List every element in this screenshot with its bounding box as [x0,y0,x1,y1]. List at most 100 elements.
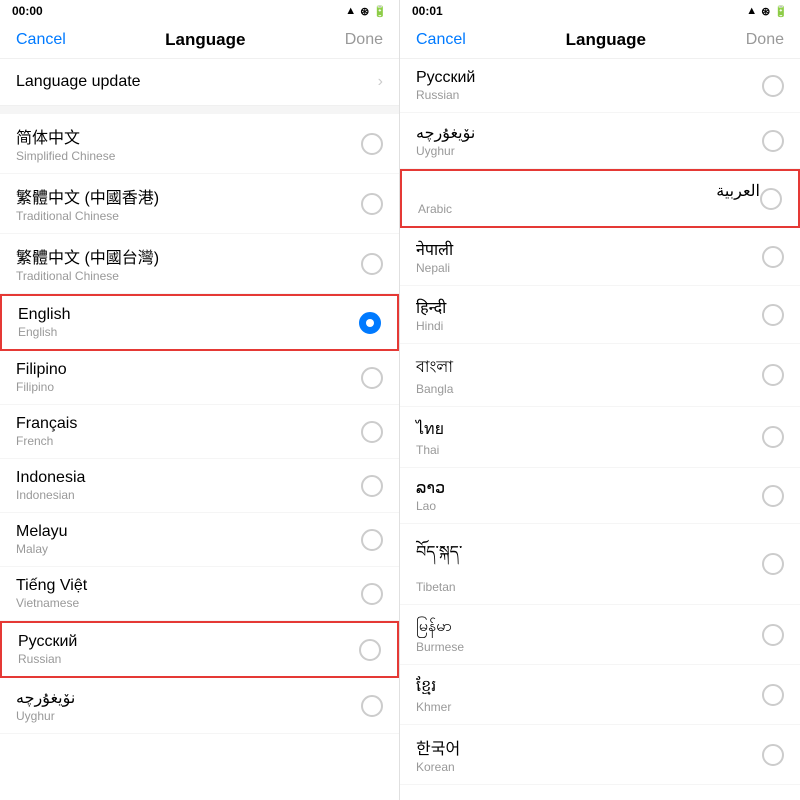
language-list-right: Русский Russian نۆيغۇرچە Uyghur العربية … [400,59,800,800]
signal-icon-left: ▲ [345,5,356,17]
item-sub-thai: Thai [416,443,762,457]
list-item-lao[interactable]: ລາວ Lao [400,468,800,524]
wifi-icon-right: ⊛ [761,5,770,18]
battery-icon-right: 🔋 [774,5,788,18]
done-button-right[interactable]: Done [746,31,784,49]
right-panel: 00:01 ▲ ⊛ 🔋 Cancel Language Done Русский… [400,0,800,800]
radio-uyghur[interactable] [361,695,383,717]
radio-english[interactable] [359,312,381,334]
status-bar-left: 00:00 ▲ ⊛ 🔋 [0,0,399,22]
list-item-korean[interactable]: 한국어 Korean [400,725,800,785]
radio-russian[interactable] [359,639,381,661]
item-name-japanese: 日本語 [416,795,762,800]
item-sub-trad-hk: Traditional Chinese [16,209,361,223]
list-item-japanese[interactable]: 日本語 Japanese [400,785,800,800]
radio-russian-top[interactable] [762,75,784,97]
radio-tibetan[interactable] [762,553,784,575]
item-sub-russian: Russian [18,652,359,666]
nav-bar-right: Cancel Language Done [400,22,800,59]
radio-bangla[interactable] [762,364,784,386]
item-sub-indonesia: Indonesian [16,488,361,502]
list-item-russian-top[interactable]: Русский Russian [400,59,800,113]
item-name-malay: Melayu [16,523,361,541]
list-item-trad-hk[interactable]: 繁體中文 (中國香港) Traditional Chinese [0,174,399,234]
radio-french[interactable] [361,421,383,443]
item-name-simplified-chinese: 简体中文 [16,124,361,148]
list-item-english[interactable]: English English [0,294,399,351]
left-panel: 00:00 ▲ ⊛ 🔋 Cancel Language Done Languag… [0,0,400,800]
radio-burmese[interactable] [762,624,784,646]
item-name-hindi: हिन्दी [416,296,762,318]
item-sub-english: English [18,325,359,339]
item-sub-malay: Malay [16,542,361,556]
battery-icon-left: 🔋 [373,5,387,18]
time-right: 00:01 [412,4,443,18]
cancel-button-left[interactable]: Cancel [16,31,66,49]
radio-uyghur-top[interactable] [762,130,784,152]
item-sub-korean: Korean [416,760,762,774]
list-item-uyghur-top[interactable]: نۆيغۇرچە Uyghur [400,113,800,169]
list-item-bangla[interactable]: বাংলা Bangla [400,344,800,407]
arrow-icon: › [378,73,383,91]
list-item-hindi[interactable]: हिन्दी Hindi [400,286,800,344]
radio-lao[interactable] [762,485,784,507]
radio-hindi[interactable] [762,304,784,326]
list-item-tibetan[interactable]: བོད་སྐད་ Tibetan [400,524,800,605]
cancel-button-right[interactable]: Cancel [416,31,466,49]
item-name-tibetan: བོད་སྐད་ [416,534,762,579]
language-update-label: Language update [16,73,141,91]
radio-vietnamese[interactable] [361,583,383,605]
item-name-uyghur-top: نۆيغۇرچە [416,123,762,143]
radio-indonesia[interactable] [361,475,383,497]
item-name-english: English [18,306,359,324]
item-name-khmer: ខ្មែរ [416,675,762,699]
language-update-item[interactable]: Language update › [0,59,399,106]
list-item-russian[interactable]: Русский Russian [0,621,399,678]
item-name-bangla: বাংলা [416,354,762,381]
radio-korean[interactable] [762,744,784,766]
list-item-indonesia[interactable]: Indonesia Indonesian [0,459,399,513]
radio-khmer[interactable] [762,684,784,706]
item-sub-hindi: Hindi [416,319,762,333]
item-sub-simplified-chinese: Simplified Chinese [16,149,361,163]
list-item-malay[interactable]: Melayu Malay [0,513,399,567]
list-item-nepali[interactable]: नेपाली Nepali [400,228,800,286]
list-item-filipino[interactable]: Filipino Filipino [0,351,399,405]
section-divider-left [0,106,399,114]
radio-simplified-chinese[interactable] [361,133,383,155]
item-name-arabic: العربية [418,181,760,201]
item-sub-khmer: Khmer [416,700,762,714]
signal-icon-right: ▲ [746,5,757,17]
radio-trad-hk[interactable] [361,193,383,215]
list-item-uyghur[interactable]: نۆيغۇرچە Uyghur [0,678,399,734]
list-item-simplified-chinese[interactable]: 简体中文 Simplified Chinese [0,114,399,174]
item-name-lao: ລາວ [416,478,762,498]
nav-bar-left: Cancel Language Done [0,22,399,59]
list-item-thai[interactable]: ไทย Thai [400,407,800,468]
list-item-arabic[interactable]: العربية Arabic [400,169,800,228]
list-item-burmese[interactable]: မြန်မာ Burmese [400,605,800,665]
nav-title-left: Language [165,30,245,50]
radio-filipino[interactable] [361,367,383,389]
radio-arabic[interactable] [760,188,782,210]
list-item-vietnamese[interactable]: Tiếng Việt Vietnamese [0,567,399,621]
language-list-left: Language update › 简体中文 Simplified Chines… [0,59,399,800]
done-button-left[interactable]: Done [345,31,383,49]
wifi-icon-left: ⊛ [360,5,369,18]
item-name-nepali: नेपाली [416,238,762,260]
item-sub-trad-tw: Traditional Chinese [16,269,361,283]
radio-thai[interactable] [762,426,784,448]
item-sub-russian-top: Russian [416,88,762,102]
list-item-khmer[interactable]: ខ្មែរ Khmer [400,665,800,725]
radio-nepali[interactable] [762,246,784,268]
time-left: 00:00 [12,4,43,18]
list-item-french[interactable]: Français French [0,405,399,459]
item-sub-vietnamese: Vietnamese [16,596,361,610]
item-name-russian: Русский [18,633,359,651]
item-name-french: Français [16,415,361,433]
radio-trad-tw[interactable] [361,253,383,275]
list-item-trad-tw[interactable]: 繁體中文 (中國台灣) Traditional Chinese [0,234,399,294]
item-sub-uyghur-top: Uyghur [416,144,762,158]
item-sub-tibetan: Tibetan [416,580,762,594]
radio-malay[interactable] [361,529,383,551]
